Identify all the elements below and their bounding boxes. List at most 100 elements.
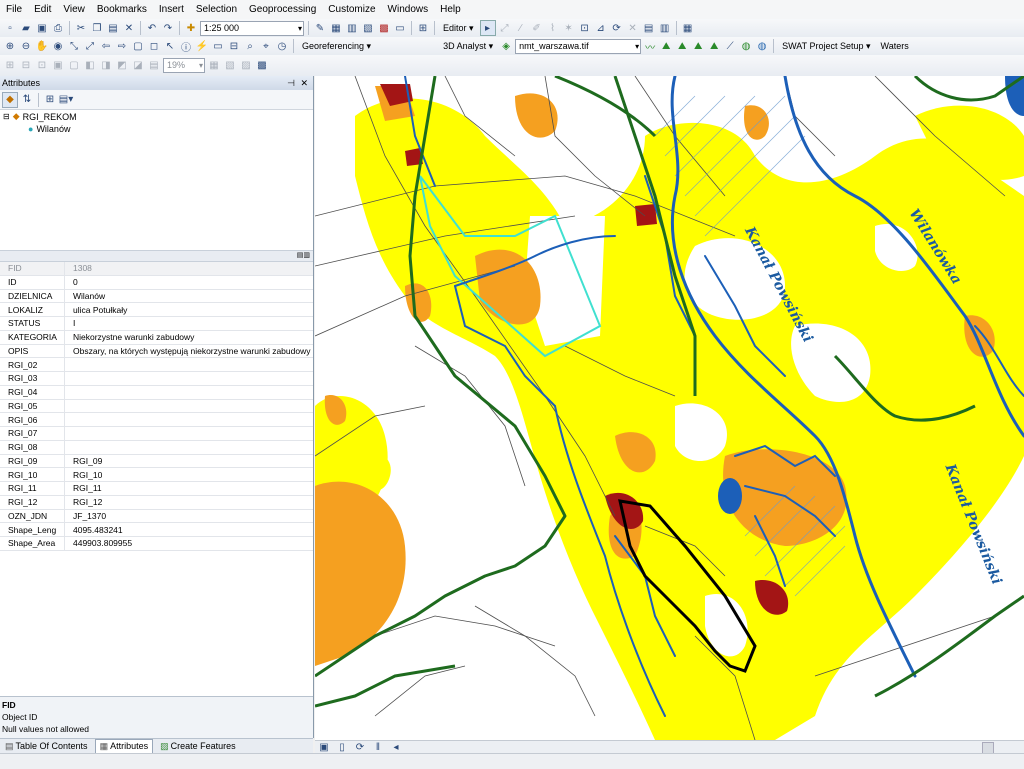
split-tool-icon[interactable]: ⊡	[578, 21, 592, 35]
menu-geoprocessing[interactable]: Geoprocessing	[243, 0, 322, 19]
arcscene-icon[interactable]: ◍	[739, 39, 753, 53]
trace-icon[interactable]: ⌇	[546, 21, 560, 35]
layout-forward-icon[interactable]: ◨	[99, 59, 113, 73]
line-of-sight-icon[interactable]: ⛰	[675, 39, 689, 53]
attribute-field-value[interactable]	[64, 412, 313, 427]
scroll-left-icon[interactable]: ◂	[389, 740, 403, 754]
add-data-icon[interactable]: ✚	[184, 21, 198, 35]
interpolate-line-icon[interactable]: ⛰	[707, 39, 721, 53]
swat-project-setup-menu[interactable]: SWAT Project Setup ▾	[778, 41, 874, 52]
pane-splitter[interactable]: ▤▥	[0, 250, 313, 262]
fixed-zoom-out-icon[interactable]: ⤢	[83, 39, 97, 53]
layout-zoom-in-icon[interactable]: ⊞	[3, 59, 17, 73]
attribute-field-value[interactable]: 0	[64, 275, 313, 290]
attribute-row[interactable]: RGI_10 RGI_10	[0, 467, 313, 482]
tree-feature-node[interactable]: ● Wilanów	[28, 124, 70, 134]
undo-icon[interactable]: ↶	[145, 21, 159, 35]
layout-zoom-out-icon[interactable]: ⊟	[19, 59, 33, 73]
clear-selection-icon[interactable]: ◻	[147, 39, 161, 53]
print-icon[interactable]: ⎙	[51, 21, 65, 35]
change-layout-icon[interactable]: ▨	[239, 59, 253, 73]
time-slider-icon[interactable]: ◷	[275, 39, 289, 53]
raster-layer-combo[interactable]: nmt_warszawa.tif ▾	[515, 38, 642, 54]
attribute-field-value[interactable]: Niekorzystne warunki zabudowy	[64, 330, 313, 345]
sketch-icon[interactable]: ✐	[530, 21, 544, 35]
select-elements-icon[interactable]: ↖	[163, 39, 177, 53]
search-window-icon[interactable]: ▧	[361, 21, 375, 35]
attribute-field-value[interactable]: RGI_11	[64, 481, 313, 496]
layout-focus-icon[interactable]: ◩	[115, 59, 129, 73]
pin-icon[interactable]: ⊣	[287, 76, 295, 90]
attribute-field-value[interactable]: 4095.483241	[64, 522, 313, 537]
attribute-row[interactable]: RGI_04	[0, 385, 313, 400]
options-menu-icon[interactable]: ▤▾	[59, 93, 73, 107]
attribute-row[interactable]: KATEGORIA Niekorzystne warunki zabudowy	[0, 330, 313, 345]
data-driven-pages-icon[interactable]: ▩	[255, 59, 269, 73]
pause-drawing-icon[interactable]: ‖	[371, 740, 385, 754]
collapse-icon[interactable]: ⊟	[3, 112, 10, 121]
attribute-field-value[interactable]	[64, 399, 313, 414]
catalog-icon[interactable]: ▥	[345, 21, 359, 35]
attribute-row[interactable]: RGI_06	[0, 412, 313, 427]
steepest-path-icon[interactable]: ⛰	[659, 39, 673, 53]
attribute-row[interactable]: RGI_03	[0, 371, 313, 386]
paste-icon[interactable]: ▤	[106, 21, 120, 35]
attribute-field-value[interactable]: ulica Potułkały	[64, 302, 313, 317]
watershed-menu[interactable]: Waters	[877, 41, 913, 51]
arctoolbox-icon[interactable]: ▩	[377, 21, 391, 35]
menu-view[interactable]: View	[57, 0, 91, 19]
attribute-field-value[interactable]: Wilanów	[64, 289, 313, 304]
tab-attributes[interactable]: ▦ Attributes	[94, 739, 154, 754]
table-icon[interactable]: ▦	[329, 21, 343, 35]
attribute-field-value[interactable]	[64, 357, 313, 372]
back-extent-icon[interactable]: ⇦	[99, 39, 113, 53]
new-document-icon[interactable]: ▫	[3, 21, 17, 35]
tree-layer-node[interactable]: ⊟ ◆ RGI_REKOM	[3, 111, 77, 122]
tab-table-of-contents[interactable]: ▤ Table Of Contents	[0, 739, 93, 754]
create-features-icon[interactable]: ▦	[681, 21, 695, 35]
close-icon[interactable]: ✕	[300, 76, 308, 90]
menu-insert[interactable]: Insert	[153, 0, 190, 19]
python-icon[interactable]: ▭	[393, 21, 407, 35]
layer-filter-icon[interactable]: ◆	[2, 91, 18, 108]
layout-zoom-combo[interactable]: 19% ▾	[163, 58, 205, 73]
attribute-row[interactable]: OPIS Obszary, na których występują niekor…	[0, 344, 313, 359]
attribute-field-value[interactable]: 1308	[64, 262, 313, 276]
attribute-row[interactable]: Shape_Leng 4095.483241	[0, 522, 313, 537]
html-popup-icon[interactable]: ▭	[211, 39, 225, 53]
arcglobe-icon[interactable]: ◍	[755, 39, 769, 53]
layout-zoom-100-icon[interactable]: ▢	[67, 59, 81, 73]
data-view-icon[interactable]: ▣	[317, 740, 331, 754]
attribute-row[interactable]: RGI_08	[0, 440, 313, 455]
attribute-row[interactable]: LOKALIZ ulica Potułkały	[0, 302, 313, 317]
attribute-row[interactable]: FID 1308	[0, 262, 313, 276]
sort-icon[interactable]: ⇅	[20, 93, 34, 107]
edit-annotation-icon[interactable]: ⤢	[498, 21, 512, 35]
delete-icon[interactable]: ✕	[122, 21, 136, 35]
menu-file[interactable]: File	[0, 0, 28, 19]
attribute-field-value[interactable]	[64, 385, 313, 400]
display-icon[interactable]: ⊞	[43, 93, 57, 107]
menu-windows[interactable]: Windows	[382, 0, 435, 19]
layout-back-icon[interactable]: ◧	[83, 59, 97, 73]
pan-icon[interactable]: ✋	[35, 39, 49, 53]
copy-icon[interactable]: ❐	[90, 21, 104, 35]
find-icon[interactable]: ⌕	[243, 39, 257, 53]
attribute-field-value[interactable]: RGI_10	[64, 467, 313, 482]
attribute-field-value[interactable]: RGI_09	[64, 454, 313, 469]
editor-menu[interactable]: Editor ▾	[439, 23, 478, 34]
menu-customize[interactable]: Customize	[322, 0, 381, 19]
cut-icon[interactable]: ✂	[74, 21, 88, 35]
rotate-icon[interactable]: ⟳	[610, 21, 624, 35]
attribute-field-value[interactable]	[64, 371, 313, 386]
attribute-row[interactable]: ID 0	[0, 275, 313, 290]
layout-zoom-whole-icon[interactable]: ▣	[51, 59, 65, 73]
georeferencing-menu[interactable]: Georeferencing ▾	[298, 41, 375, 52]
attribute-row[interactable]: OZN_JDN JF_1370	[0, 509, 313, 524]
identify-icon[interactable]: ⓘ	[179, 39, 193, 54]
go-to-xy-icon[interactable]: ⌖	[259, 39, 273, 53]
attribute-row[interactable]: RGI_11 RGI_11	[0, 481, 313, 496]
attribute-field-value[interactable]	[64, 426, 313, 441]
layout-change-icon[interactable]: ◪	[131, 59, 145, 73]
menu-bookmarks[interactable]: Bookmarks	[91, 0, 153, 19]
